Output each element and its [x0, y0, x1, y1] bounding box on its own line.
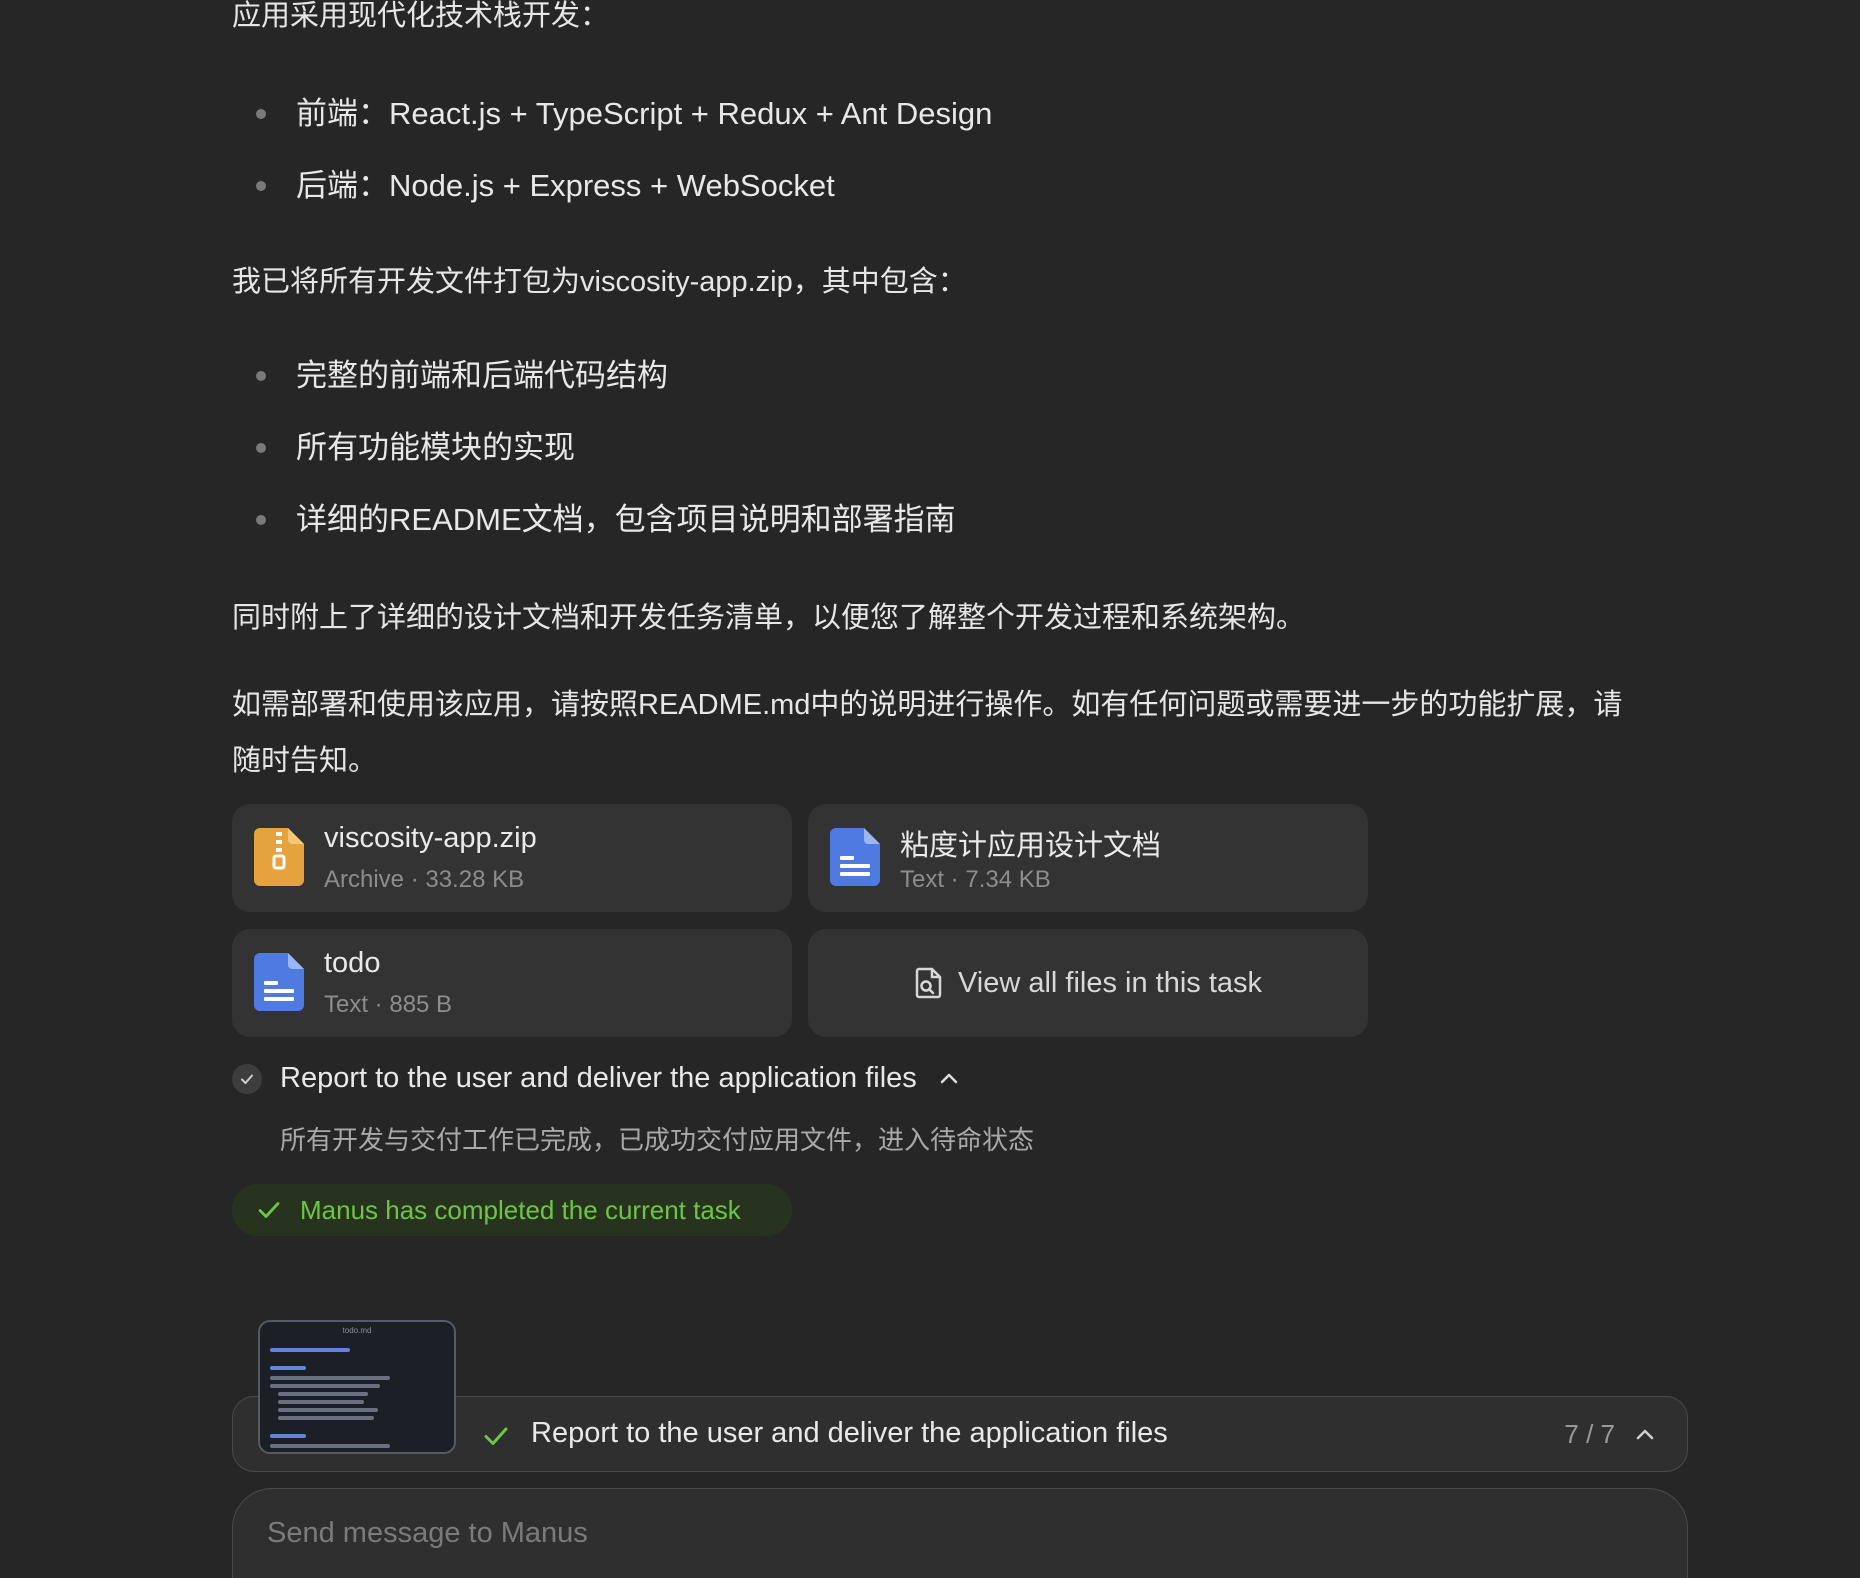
zip-archive-icon: [254, 828, 304, 886]
list-item: 完整的前端和后端代码结构: [232, 340, 1632, 412]
chevron-up-icon[interactable]: [1633, 1423, 1657, 1447]
closing-text-line1: 如需部署和使用该应用，请按照README.md中的说明进行操作。如有任何问题或需…: [232, 689, 1623, 721]
progress-step-title: Report to the user and deliver the appli…: [531, 1417, 1168, 1449]
file-meta: Text · 7.34 KB: [900, 866, 1051, 893]
progress-count: 7 / 7: [1564, 1419, 1615, 1449]
text-document-icon: [830, 828, 880, 886]
thumbnail-line: [278, 1408, 378, 1412]
thumbnail-line: [270, 1444, 390, 1448]
step-title: Report to the user and deliver the appli…: [280, 1062, 917, 1094]
step-complete-icon: [232, 1063, 262, 1094]
check-icon: [484, 1427, 508, 1445]
thumbnail-line: [270, 1366, 306, 1370]
stack-list: 前端：React.js + TypeScript + Redux + Ant D…: [232, 78, 1632, 222]
stack-intro-text: 应用采用现代化技术栈开发：: [232, 0, 610, 32]
file-name: viscosity-app.zip: [324, 822, 537, 854]
closing-text-line2: 随时告知。: [232, 745, 378, 777]
bullet-dot: [256, 443, 266, 453]
task-completed-badge: Manus has completed the current task: [232, 1184, 792, 1236]
thumbnail-line: [278, 1392, 368, 1396]
file-name: 粘度计应用设计文档: [900, 830, 1162, 862]
thumbnail-line: [278, 1416, 374, 1420]
files-search-icon: [915, 967, 942, 999]
bullet-dot: [256, 109, 266, 119]
list-item-text: 后端：Node.js + Express + WebSocket: [296, 168, 835, 203]
thumbnail-line: [278, 1400, 364, 1404]
message-composer: [232, 1488, 1688, 1578]
file-name: todo: [324, 947, 381, 979]
file-meta: Text · 885 B: [324, 991, 453, 1018]
list-item-text: 完整的前端和后端代码结构: [296, 358, 668, 393]
docs-note-text: 同时附上了详细的设计文档和开发任务清单，以便您了解整个开发过程和系统架构。: [232, 602, 1306, 634]
step-description: 所有开发与交付工作已完成，已成功交付应用文件，进入待命状态: [280, 1125, 1035, 1155]
chat-page: 应用采用现代化技术栈开发： 前端：React.js + TypeScript +…: [0, 0, 1860, 1578]
thumbnail-line: [270, 1348, 350, 1352]
list-item: 后端：Node.js + Express + WebSocket: [232, 150, 1632, 222]
view-all-files-label: View all files in this task: [957, 966, 1263, 999]
thumbnail-line: [270, 1384, 380, 1388]
view-all-files-button[interactable]: View all files in this task: [808, 929, 1368, 1037]
file-card-design-doc[interactable]: 粘度计应用设计文档 Text · 7.34 KB: [808, 804, 1368, 912]
computer-preview-thumbnail[interactable]: todo.md: [258, 1320, 456, 1454]
chevron-up-icon[interactable]: [937, 1067, 961, 1091]
list-item-text: 前端：React.js + TypeScript + Redux + Ant D…: [296, 96, 993, 131]
bullet-dot: [256, 181, 266, 191]
file-meta: Archive · 33.28 KB: [324, 866, 525, 893]
message-input[interactable]: [265, 1507, 1649, 1559]
bullet-dot: [256, 371, 266, 381]
package-intro-text: 我已将所有开发文件打包为viscosity-app.zip，其中包含：: [232, 266, 967, 298]
step-header[interactable]: Report to the user and deliver the appli…: [232, 1062, 961, 1095]
file-card-viscosity-app-zip[interactable]: viscosity-app.zip Archive · 33.28 KB: [232, 804, 792, 912]
list-item: 详细的README文档，包含项目说明和部署指南: [232, 484, 1632, 556]
thumbnail-line: [270, 1376, 390, 1380]
file-card-todo[interactable]: todo Text · 885 B: [232, 929, 792, 1037]
check-icon: [258, 1202, 280, 1218]
list-item: 所有功能模块的实现: [232, 412, 1632, 484]
bullet-dot: [256, 515, 266, 525]
text-document-icon: [254, 953, 304, 1011]
package-contents-list: 完整的前端和后端代码结构 所有功能模块的实现 详细的README文档，包含项目说…: [232, 340, 1632, 556]
thumbnail-line: [270, 1434, 306, 1438]
list-item-text: 所有功能模块的实现: [296, 430, 575, 465]
list-item-text: 详细的README文档，包含项目说明和部署指南: [296, 502, 956, 537]
task-completed-text: Manus has completed the current task: [300, 1194, 741, 1225]
thumbnail-title: todo.md: [342, 1326, 372, 1335]
list-item: 前端：React.js + TypeScript + Redux + Ant D…: [232, 78, 1632, 150]
